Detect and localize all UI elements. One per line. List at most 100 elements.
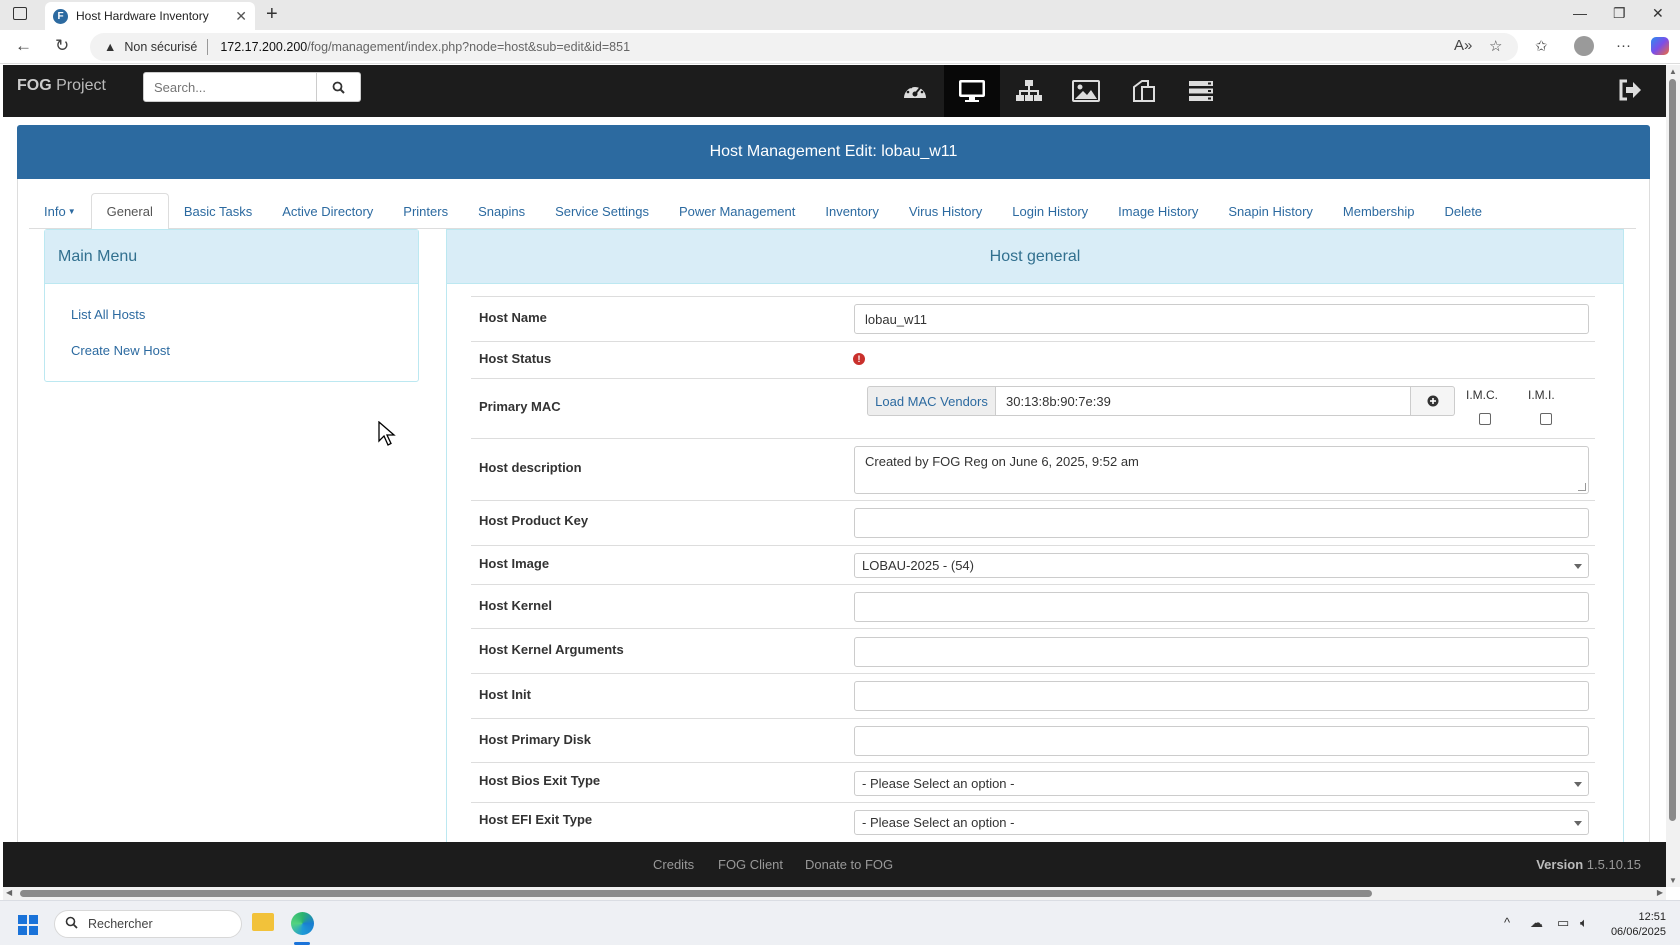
- groups-icon[interactable]: [1001, 65, 1057, 117]
- tab-delete[interactable]: Delete: [1429, 193, 1497, 229]
- imc-label: I.M.C.: [1466, 388, 1498, 402]
- taskbar-search[interactable]: Rechercher: [54, 910, 242, 938]
- tab-power-management[interactable]: Power Management: [664, 193, 810, 229]
- primary-mac-field[interactable]: 30:13:8b:90:7e:39: [996, 386, 1411, 416]
- tab-basic-tasks[interactable]: Basic Tasks: [169, 193, 267, 229]
- network-icon[interactable]: ▭: [1557, 915, 1569, 931]
- security-label[interactable]: Non sécurisé: [124, 40, 197, 54]
- host-primary-disk-field[interactable]: [854, 726, 1589, 756]
- dropdown-caret-icon: [1574, 782, 1582, 787]
- vertical-scrollbar[interactable]: ▲ ▼: [1666, 65, 1680, 887]
- host-description-field[interactable]: Created by FOG Reg on June 6, 2025, 9:52…: [854, 446, 1589, 494]
- restore-icon[interactable]: ❐: [1613, 5, 1626, 22]
- host-kernel-arguments-field[interactable]: [854, 637, 1589, 667]
- host-image-select[interactable]: LOBAU-2025 - (54): [854, 553, 1589, 578]
- row-divider: [471, 628, 1595, 629]
- profile-avatar[interactable]: [1574, 36, 1594, 56]
- favorite-star-icon[interactable]: ☆: [1489, 37, 1502, 55]
- browser-tab[interactable]: F Host Hardware Inventory ✕: [45, 2, 255, 30]
- windows-start-icon[interactable]: [18, 915, 38, 935]
- host-product-key-field[interactable]: [854, 508, 1589, 538]
- storage-icon[interactable]: [1173, 65, 1229, 117]
- imc-checkbox[interactable]: [1479, 413, 1491, 425]
- host-kernel-label: Host Kernel: [479, 598, 552, 613]
- credits-link[interactable]: Credits: [653, 857, 694, 872]
- tab-snapins[interactable]: Snapins: [463, 193, 540, 229]
- url-host: 172.17.200.200: [220, 40, 308, 54]
- row-divider: [471, 584, 1595, 585]
- back-icon[interactable]: ←: [15, 36, 32, 56]
- host-name-field[interactable]: lobau_w11: [854, 304, 1589, 334]
- scroll-down-icon[interactable]: ▼: [1669, 876, 1677, 885]
- tab-printers[interactable]: Printers: [388, 193, 463, 229]
- tab-snapin-history[interactable]: Snapin History: [1213, 193, 1328, 229]
- tab-virus-history[interactable]: Virus History: [894, 193, 997, 229]
- url-field[interactable]: ▲ Non sécurisé 172.17.200.200 /fog/manag…: [90, 33, 1518, 61]
- tray-overflow-icon[interactable]: ^: [1504, 915, 1510, 930]
- snapins-icon[interactable]: [1116, 65, 1172, 117]
- close-tab-icon[interactable]: ✕: [235, 8, 247, 25]
- scroll-right-icon[interactable]: ▶: [1657, 888, 1663, 897]
- tab-membership[interactable]: Membership: [1328, 193, 1430, 229]
- search-icon: [332, 81, 345, 94]
- host-efi-exit-type-value: - Please Select an option -: [862, 815, 1015, 830]
- host-image-label: Host Image: [479, 556, 550, 571]
- favorites-icon[interactable]: ✩: [1535, 37, 1548, 55]
- search-group: [143, 72, 361, 102]
- tab-image-history[interactable]: Image History: [1103, 193, 1213, 229]
- taskbar-clock[interactable]: 12:51 06/06/2025: [1611, 910, 1666, 940]
- reload-icon[interactable]: ↻: [55, 36, 69, 56]
- fog-favicon-icon: F: [53, 8, 68, 24]
- read-aloud-icon[interactable]: A»: [1454, 37, 1472, 54]
- dropdown-caret-icon: [1574, 821, 1582, 826]
- horizontal-scrollbar[interactable]: ◀ ▶: [3, 887, 1666, 900]
- volume-icon[interactable]: 🔈︎: [1580, 915, 1588, 931]
- add-mac-button[interactable]: [1411, 386, 1455, 416]
- address-bar-row: ← ↻ ▲ Non sécurisé 172.17.200.200 /fog/m…: [0, 30, 1680, 64]
- list-all-hosts-link[interactable]: List All Hosts: [71, 307, 145, 322]
- host-bios-exit-type-select[interactable]: - Please Select an option -: [854, 771, 1589, 796]
- tab-active-directory[interactable]: Active Directory: [267, 193, 388, 229]
- dashboard-icon[interactable]: [887, 65, 943, 117]
- new-tab-icon[interactable]: +: [266, 3, 278, 26]
- imi-checkbox[interactable]: [1540, 413, 1552, 425]
- images-icon[interactable]: [1058, 65, 1114, 117]
- tab-login-history[interactable]: Login History: [997, 193, 1103, 229]
- scroll-up-icon[interactable]: ▲: [1669, 67, 1677, 76]
- row-divider: [471, 438, 1595, 439]
- file-explorer-icon[interactable]: [252, 913, 274, 931]
- search-button[interactable]: [317, 72, 361, 102]
- minimize-icon[interactable]: —: [1573, 5, 1587, 21]
- more-menu-icon[interactable]: ···: [1616, 37, 1631, 54]
- fog-client-link[interactable]: FOG Client: [718, 857, 783, 872]
- main-menu-title: Main Menu: [45, 230, 418, 284]
- donate-link[interactable]: Donate to FOG: [805, 857, 893, 872]
- load-mac-vendors-button[interactable]: Load MAC Vendors: [867, 386, 996, 416]
- brand-bold: FOG: [17, 77, 52, 94]
- search-input[interactable]: [143, 72, 317, 102]
- tab-general[interactable]: General: [90, 193, 169, 230]
- warning-icon[interactable]: ▲: [104, 40, 116, 54]
- create-new-host-link[interactable]: Create New Host: [71, 343, 170, 358]
- copilot-icon[interactable]: [1651, 37, 1669, 55]
- cloud-offline-icon[interactable]: ☁: [1530, 915, 1543, 931]
- page-title: Host Management Edit: lobau_w11: [17, 125, 1650, 179]
- fog-brand[interactable]: FOG Project: [17, 77, 106, 95]
- tab-inventory[interactable]: Inventory: [810, 193, 893, 229]
- edge-browser-icon[interactable]: [291, 912, 314, 935]
- primary-mac-label: Primary MAC: [479, 399, 561, 414]
- host-kernel-field[interactable]: [854, 592, 1589, 622]
- resize-grip-icon[interactable]: [1578, 483, 1586, 491]
- logout-icon[interactable]: [1618, 79, 1642, 104]
- close-window-icon[interactable]: ✕: [1652, 5, 1664, 22]
- tab-info[interactable]: Info ▼: [29, 193, 91, 229]
- host-efi-exit-type-select[interactable]: - Please Select an option -: [854, 810, 1589, 835]
- hosts-icon[interactable]: [944, 65, 1000, 117]
- tab-actions-icon[interactable]: [13, 7, 27, 20]
- host-init-field[interactable]: [854, 681, 1589, 711]
- windows-taskbar: Rechercher ^ ☁ ▭ 🔈︎ 12:51 06/06/2025: [0, 900, 1680, 945]
- vertical-scroll-thumb[interactable]: [1669, 79, 1676, 821]
- tab-service-settings[interactable]: Service Settings: [540, 193, 664, 229]
- scroll-left-icon[interactable]: ◀: [6, 888, 12, 897]
- horizontal-scroll-thumb[interactable]: [20, 890, 1372, 897]
